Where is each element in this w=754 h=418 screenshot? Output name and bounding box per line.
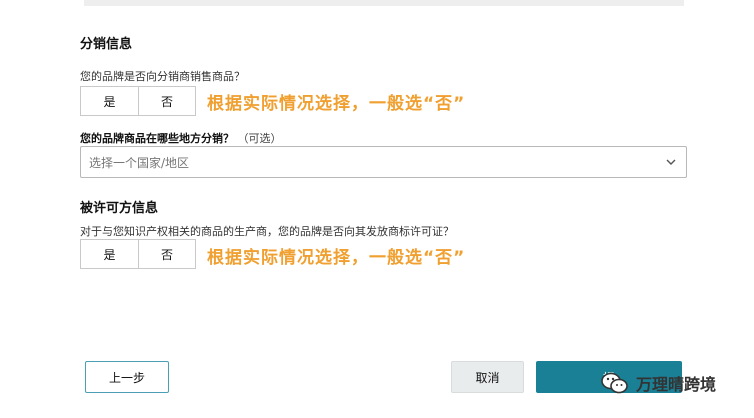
- distribution-no-option[interactable]: 否: [138, 87, 195, 115]
- distribution-section-title: 分销信息: [80, 37, 133, 52]
- top-divider: [84, 0, 684, 6]
- region-question: 您的品牌商品在哪些地方分销？ （可选）: [80, 130, 282, 146]
- country-region-placeholder: 选择一个国家/地区: [89, 155, 190, 170]
- wechat-icon: [601, 372, 628, 394]
- region-optional-label: （可选）: [237, 132, 282, 145]
- licensor-yes-no-toggle: 是 否: [80, 239, 196, 269]
- country-region-select[interactable]: 选择一个国家/地区: [80, 146, 687, 178]
- licensor-annotation: 根据实际情况选择，一般选“否”: [207, 248, 466, 268]
- distribution-yes-no-toggle: 是 否: [80, 86, 196, 116]
- distribution-annotation: 根据实际情况选择，一般选“否”: [207, 94, 466, 114]
- licensor-section-title: 被许可方信息: [80, 201, 159, 216]
- region-question-label: 您的品牌商品在哪些地方分销？: [80, 132, 234, 145]
- previous-step-button[interactable]: 上一步: [85, 361, 169, 393]
- watermark: 万理晴跨境: [600, 371, 716, 395]
- distribution-yes-option[interactable]: 是: [81, 87, 138, 115]
- distribution-question: 您的品牌是否向分销商销售商品？: [80, 70, 245, 83]
- licensor-no-option[interactable]: 否: [138, 240, 195, 268]
- licensor-yes-option[interactable]: 是: [81, 240, 138, 268]
- cancel-button[interactable]: 取消: [451, 361, 524, 393]
- licensor-question: 对于与您知识产权相关的商品的生产商，您的品牌是否向其发放商标许可证？: [80, 225, 454, 238]
- chevron-down-icon: [666, 159, 676, 165]
- watermark-text: 万理晴跨境: [636, 375, 717, 394]
